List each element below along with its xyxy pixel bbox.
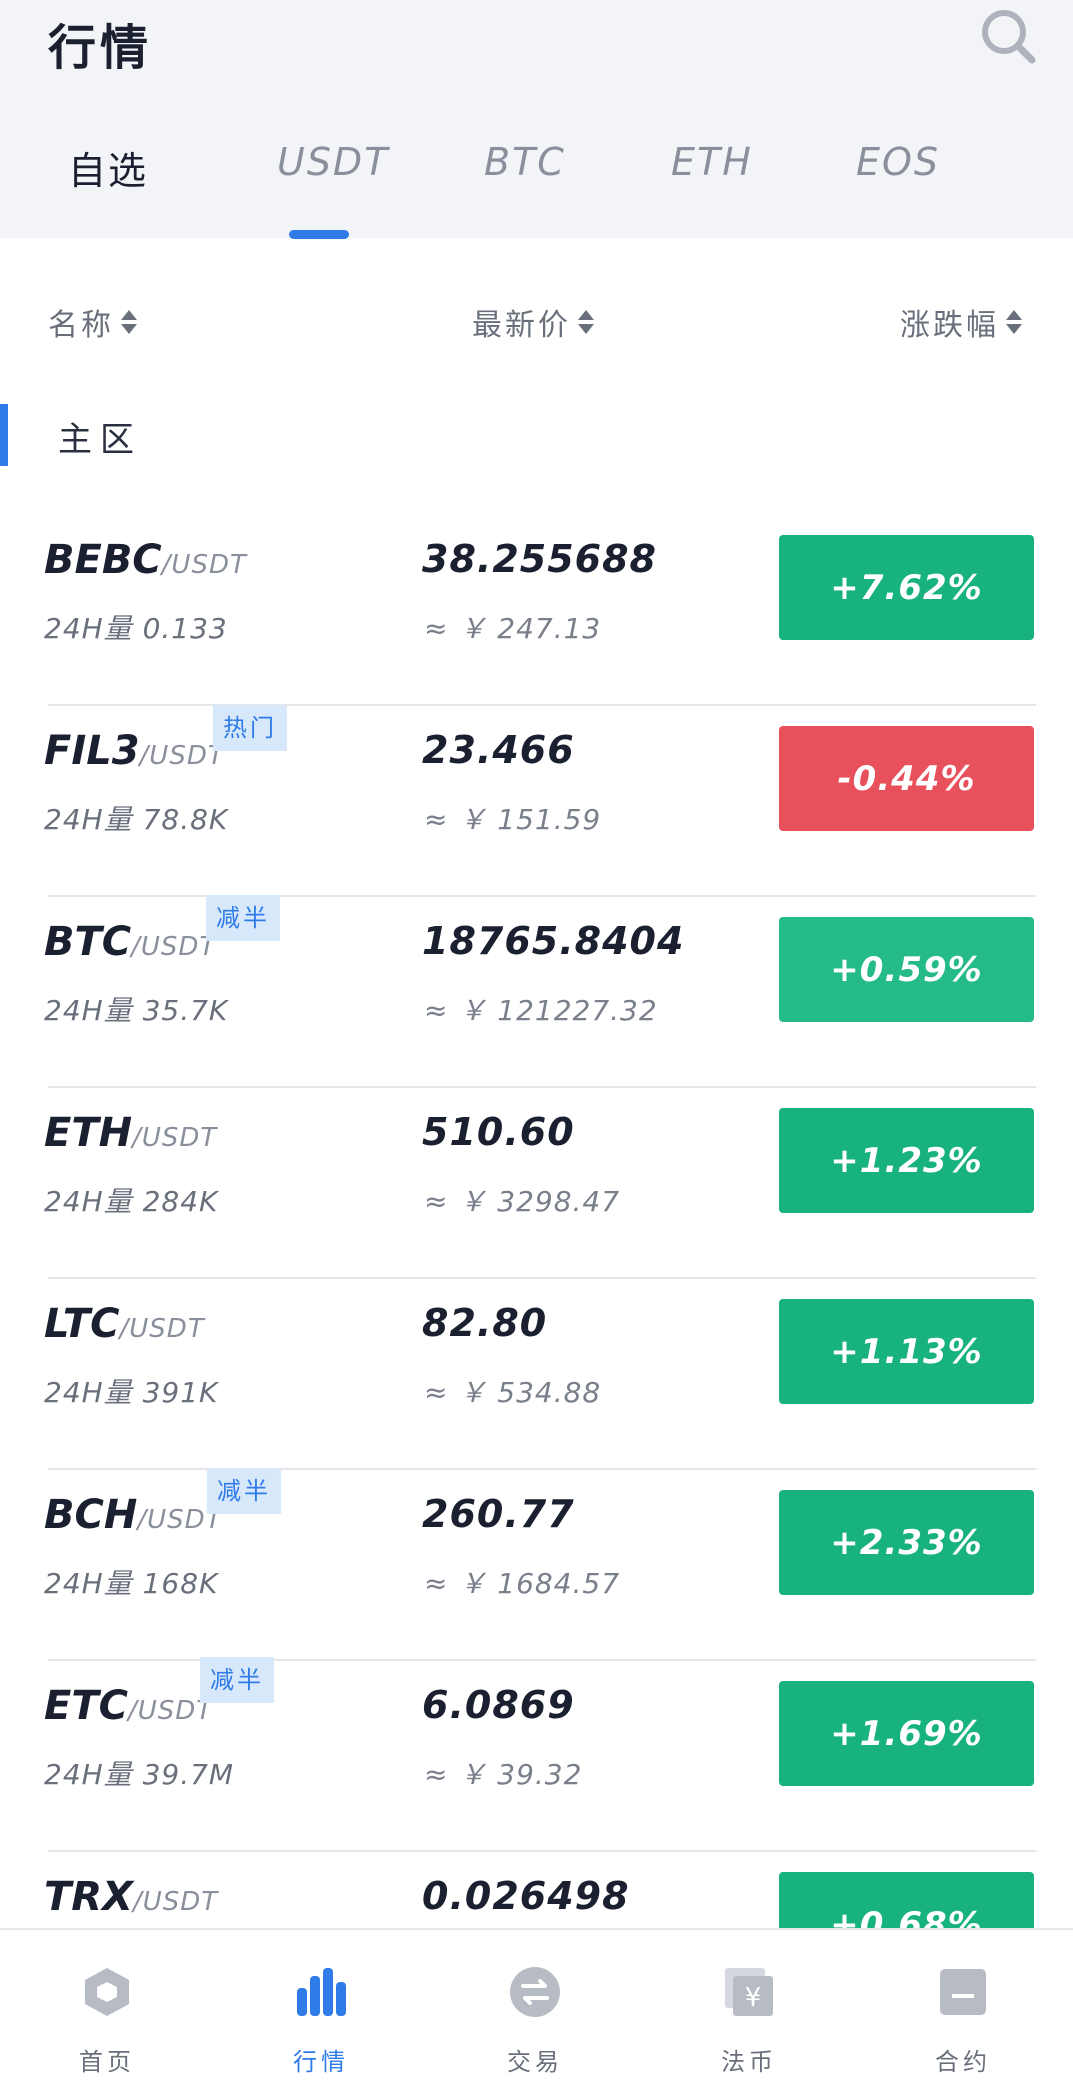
halving-badge: 减半: [206, 895, 280, 941]
price-cny: ≈ ￥ 151.59: [424, 803, 602, 836]
market-row-etc[interactable]: ETC/USDT 24H量 39.7M 6.0869 ≈ ￥ 39.32 +1.…: [0, 1661, 1073, 1852]
nav-market-label: 行情: [293, 2048, 349, 2076]
price-cny: ≈ ￥ 3298.47: [424, 1185, 621, 1218]
nav-home-label: 首页: [79, 2048, 135, 2076]
tab-btc[interactable]: BTC: [484, 140, 566, 184]
search-button[interactable]: [978, 6, 1038, 66]
pair-symbol: TRX/USDT: [44, 1874, 219, 1920]
nav-fiat[interactable]: ¥ 法币: [642, 1930, 856, 2087]
volume-24h: 24H量 391K: [44, 1376, 219, 1409]
pair-symbol: BCH/USDT: [44, 1492, 223, 1538]
change-button[interactable]: -0.44%: [779, 726, 1034, 831]
nav-fiat-label: 法币: [721, 2048, 777, 2076]
pair-symbol: BEBC/USDT: [44, 537, 247, 583]
tab-eth[interactable]: ETH: [671, 140, 753, 184]
active-tab-indicator: [289, 230, 349, 239]
column-price-label: 最新价: [472, 308, 571, 343]
price-cny: ≈ ￥ 247.13: [424, 612, 602, 645]
nav-market[interactable]: 行情: [214, 1930, 428, 2087]
svg-text:¥: ¥: [745, 1983, 762, 2013]
section-indicator: [0, 404, 8, 466]
header: 行情 自选 USDT BTC ETH EOS: [0, 0, 1073, 239]
market-row-bebc[interactable]: BEBC/USDT 24H量 0.133 38.255688 ≈ ￥ 247.1…: [0, 515, 1073, 706]
price-cny: ≈ ￥ 121227.32: [424, 994, 658, 1027]
bottom-nav: 首页 行情 交易 ¥ 法币 合约: [0, 1928, 1073, 2087]
price-cny: ≈ ￥ 1684.57: [424, 1567, 621, 1600]
last-price: 18765.8404: [422, 919, 685, 963]
market-row-ltc[interactable]: LTC/USDT 24H量 391K 82.80 ≈ ￥ 534.88 +1.1…: [0, 1279, 1073, 1470]
price-cny: ≈ ￥ 534.88: [424, 1376, 602, 1409]
price-cny: ≈ ￥ 39.32: [424, 1758, 583, 1791]
sort-icon: [1005, 307, 1023, 337]
sort-by-name[interactable]: 名称: [48, 300, 138, 344]
last-price: 6.0869: [422, 1683, 575, 1727]
fiat-yuan-icon: ¥: [725, 1968, 773, 2016]
change-button[interactable]: +7.62%: [779, 535, 1034, 640]
volume-24h: 24H量 35.7K: [44, 994, 229, 1027]
pair-symbol: ETC/USDT: [44, 1683, 214, 1729]
search-icon: [982, 10, 1036, 64]
last-price: 23.466: [422, 728, 575, 772]
change-button[interactable]: +1.13%: [779, 1299, 1034, 1404]
pair-symbol: ETH/USDT: [44, 1110, 218, 1156]
nav-trade[interactable]: 交易: [428, 1930, 642, 2087]
sort-icon: [577, 307, 595, 337]
pair-symbol: BTC/USDT: [44, 919, 217, 965]
contract-icon: [940, 1969, 986, 2015]
halving-badge: 减半: [200, 1657, 274, 1703]
home-hexagon-icon: [85, 1968, 129, 2016]
nav-trade-label: 交易: [507, 2048, 563, 2076]
sort-by-price[interactable]: 最新价: [472, 300, 595, 344]
page-title: 行情: [48, 20, 153, 76]
market-tabs: 自选 USDT BTC ETH EOS: [0, 140, 1073, 239]
market-row-btc[interactable]: BTC/USDT 24H量 35.7K 18765.8404 ≈ ￥ 12122…: [0, 897, 1073, 1088]
market-row-eth[interactable]: ETH/USDT 24H量 284K 510.60 ≈ ￥ 3298.47 +1…: [0, 1088, 1073, 1279]
last-price: 510.60: [422, 1110, 575, 1154]
last-price: 260.77: [422, 1492, 575, 1536]
pair-symbol: FIL3/USDT: [44, 728, 225, 774]
hot-badge: 热门: [213, 705, 287, 751]
last-price: 82.80: [422, 1301, 548, 1345]
market-bars-icon: [297, 1968, 346, 2016]
sort-by-change[interactable]: 涨跌幅: [900, 300, 1023, 344]
halving-badge: 减半: [207, 1468, 281, 1514]
last-price: 38.255688: [422, 537, 657, 581]
nav-contract[interactable]: 合约: [856, 1930, 1070, 2087]
change-button[interactable]: +0.59%: [779, 917, 1034, 1022]
section-label: 主区: [58, 420, 142, 460]
tab-eos[interactable]: EOS: [856, 140, 940, 184]
volume-24h: 24H量 39.7M: [44, 1758, 235, 1791]
sort-icon: [120, 307, 138, 337]
market-row-bch[interactable]: BCH/USDT 24H量 168K 260.77 ≈ ￥ 1684.57 +2…: [0, 1470, 1073, 1661]
pair-symbol: LTC/USDT: [44, 1301, 205, 1347]
volume-24h: 24H量 78.8K: [44, 803, 229, 836]
change-button[interactable]: +2.33%: [779, 1490, 1034, 1595]
column-change-label: 涨跌幅: [900, 308, 999, 343]
volume-24h: 24H量 0.133: [44, 612, 228, 645]
last-price: 0.026498: [422, 1874, 630, 1918]
volume-24h: 24H量 284K: [44, 1185, 219, 1218]
market-row-fil3[interactable]: FIL3/USDT 24H量 78.8K 23.466 ≈ ￥ 151.59 -…: [0, 706, 1073, 897]
tab-favorites[interactable]: 自选: [68, 140, 148, 195]
change-button[interactable]: +1.69%: [779, 1681, 1034, 1786]
column-name-label: 名称: [48, 308, 114, 343]
nav-home[interactable]: 首页: [0, 1930, 214, 2087]
tab-usdt[interactable]: USDT: [277, 140, 389, 184]
nav-contract-label: 合约: [935, 2048, 991, 2076]
volume-24h: 24H量 168K: [44, 1567, 219, 1600]
change-button[interactable]: +1.23%: [779, 1108, 1034, 1213]
trade-exchange-icon: [510, 1967, 560, 2017]
